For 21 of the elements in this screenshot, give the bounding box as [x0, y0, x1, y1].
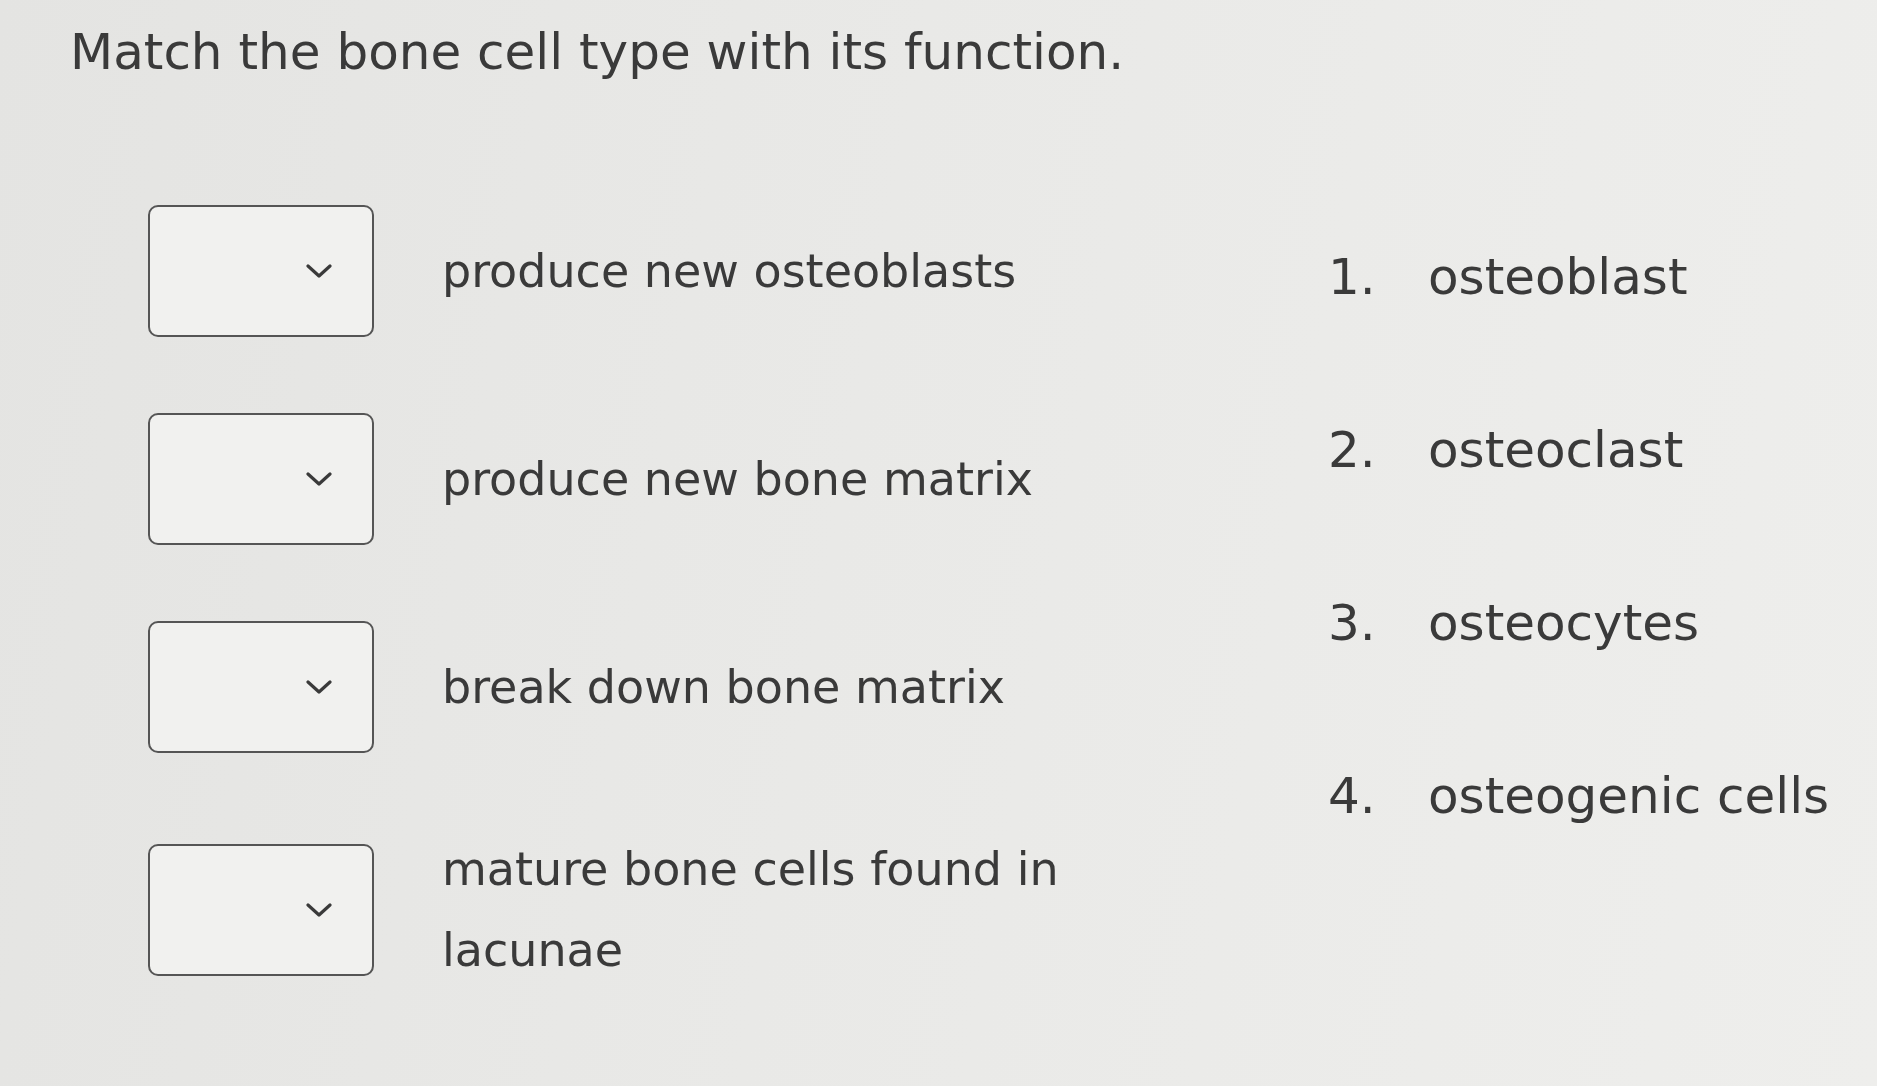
list-number: 1. — [1328, 247, 1377, 308]
function-statement: break down bone matrix — [442, 658, 1005, 716]
chevron-down-icon — [306, 264, 332, 278]
chevron-down-icon — [306, 902, 332, 917]
chevron-down-icon — [306, 472, 332, 486]
dropdown-select[interactable] — [148, 413, 374, 545]
function-statement: mature bone cells found in lacunae — [442, 841, 1060, 979]
cell-type-label: osteocytes — [1428, 593, 1700, 654]
list-number: 2. — [1328, 420, 1377, 481]
dropdown-select[interactable] — [148, 621, 374, 753]
function-statement: produce new osteoblasts — [442, 242, 1017, 300]
dropdown-select[interactable] — [148, 205, 374, 337]
function-statement: produce new bone matrix — [442, 450, 1033, 508]
chevron-down-icon — [306, 680, 332, 694]
cell-type-label: osteogenic cells — [1428, 766, 1830, 827]
cell-type-label: osteoblast — [1428, 247, 1688, 308]
list-number: 3. — [1328, 593, 1377, 654]
cell-type-label: osteoclast — [1428, 420, 1684, 481]
list-number: 4. — [1328, 766, 1377, 827]
dropdown-select[interactable] — [148, 843, 374, 976]
question-title: Match the bone cell type with its function. — [70, 22, 1126, 83]
